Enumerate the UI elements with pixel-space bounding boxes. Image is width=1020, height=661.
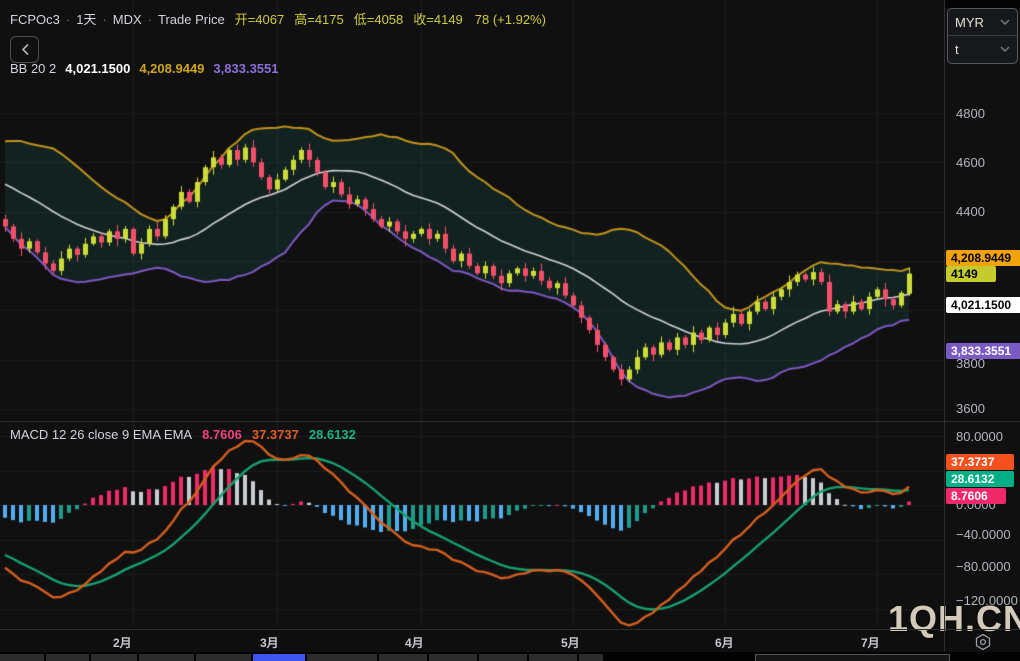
macd-line-value: 37.3737 [252, 427, 299, 442]
strip-segment[interactable] [91, 654, 137, 661]
month-label: 5月 [561, 634, 580, 651]
month-label: 2月 [113, 634, 132, 651]
macd-hist-value: 8.7606 [202, 427, 242, 442]
time-axis-divider [0, 629, 1020, 630]
bb-upper-price-tag: 4,208.9449 [946, 250, 1020, 266]
macd-hist-tag: 8.7606 [946, 488, 1006, 504]
strip-segment[interactable] [379, 654, 427, 661]
macd-signal-tag: 28.6132 [946, 471, 1014, 487]
strip-segment[interactable] [479, 654, 527, 661]
macd-line-tag: 37.3737 [946, 454, 1014, 470]
strip-segment[interactable] [307, 654, 377, 661]
strip-segment[interactable] [196, 654, 251, 661]
bb-mid-price-tag: 4,021.1500 [946, 297, 1020, 313]
strip-segment[interactable] [429, 654, 477, 661]
bottom-tab-strip [0, 652, 1020, 661]
unit-value: t [955, 42, 959, 57]
separator: · [66, 12, 70, 27]
chart-canvas[interactable] [0, 0, 944, 630]
high-value: 高=4175 [294, 9, 344, 28]
trading-app: FCPOc3 · 1天 · MDX · Trade Price 开=4067 高… [0, 0, 1020, 661]
price-tick: 4600 [956, 155, 985, 170]
interval[interactable]: 1天 [76, 9, 96, 28]
low-value: 低=4058 [354, 9, 404, 28]
bb-upper-value: 4,208.9449 [139, 61, 204, 76]
last-price-tag: 4149 [946, 266, 996, 282]
strip-segment[interactable] [46, 654, 89, 661]
month-label: 6月 [715, 634, 734, 651]
strip-segment[interactable] [529, 654, 577, 661]
month-label: 7月 [861, 634, 880, 651]
macd-indicator-name: MACD 12 26 close 9 EMA EMA [10, 427, 192, 442]
strip-segment[interactable] [0, 654, 44, 661]
scale-settings-box: MYR t [947, 8, 1018, 64]
price-tick: 4400 [956, 204, 985, 219]
price-tick: 4800 [956, 106, 985, 121]
macd-tick: −40.0000 [956, 527, 1011, 542]
open-value: 开=4067 [235, 9, 285, 28]
separator: · [102, 12, 106, 27]
strip-segment-active[interactable] [253, 654, 305, 661]
bb-indicator-name: BB 20 2 [10, 61, 56, 76]
symbol-name[interactable]: FCPOc3 [10, 12, 60, 27]
close-value: 收=4149 [413, 9, 463, 28]
pane-divider[interactable] [0, 421, 1020, 422]
chevron-left-icon [21, 44, 29, 55]
month-label: 3月 [260, 634, 279, 651]
bb-lower-value: 3,833.3551 [213, 61, 278, 76]
exchange: MDX [113, 12, 142, 27]
bb-mid-value: 4,021.1500 [65, 61, 130, 76]
bb-lower-price-tag: 3,833.3551 [946, 343, 1020, 359]
bb-indicator-legend[interactable]: BB 20 2 4,021.1500 4,208.9449 3,833.3551 [10, 61, 279, 76]
currency-dropdown[interactable]: MYR [948, 9, 1017, 35]
separator: · [148, 12, 152, 27]
change-value: 78 (+1.92%) [475, 12, 546, 27]
macd-signal-value: 28.6132 [309, 427, 356, 442]
price-tick: 3600 [956, 401, 985, 416]
strip-panel[interactable] [755, 654, 950, 661]
strip-segment[interactable] [139, 654, 194, 661]
watermark: 1QH.CN [888, 598, 1020, 640]
chart-legend: FCPOc3 · 1天 · MDX · Trade Price 开=4067 高… [10, 9, 546, 28]
time-axis[interactable]: 2月 3月 4月 5月 6月 7月 [0, 630, 1020, 651]
axis-settings-icon[interactable] [974, 633, 992, 651]
back-button[interactable] [10, 36, 39, 63]
macd-indicator-legend[interactable]: MACD 12 26 close 9 EMA EMA 8.7606 37.373… [10, 427, 356, 442]
price-axis-border [944, 0, 945, 651]
macd-tick: −80.0000 [956, 559, 1011, 574]
chevron-down-icon [1000, 46, 1010, 52]
chevron-down-icon [1000, 19, 1010, 25]
month-label: 4月 [405, 634, 424, 651]
currency-value: MYR [955, 15, 984, 30]
strip-segment[interactable] [579, 654, 603, 661]
price-type: Trade Price [158, 12, 225, 27]
unit-dropdown[interactable]: t [948, 36, 1017, 62]
macd-tick: 80.0000 [956, 429, 1003, 444]
